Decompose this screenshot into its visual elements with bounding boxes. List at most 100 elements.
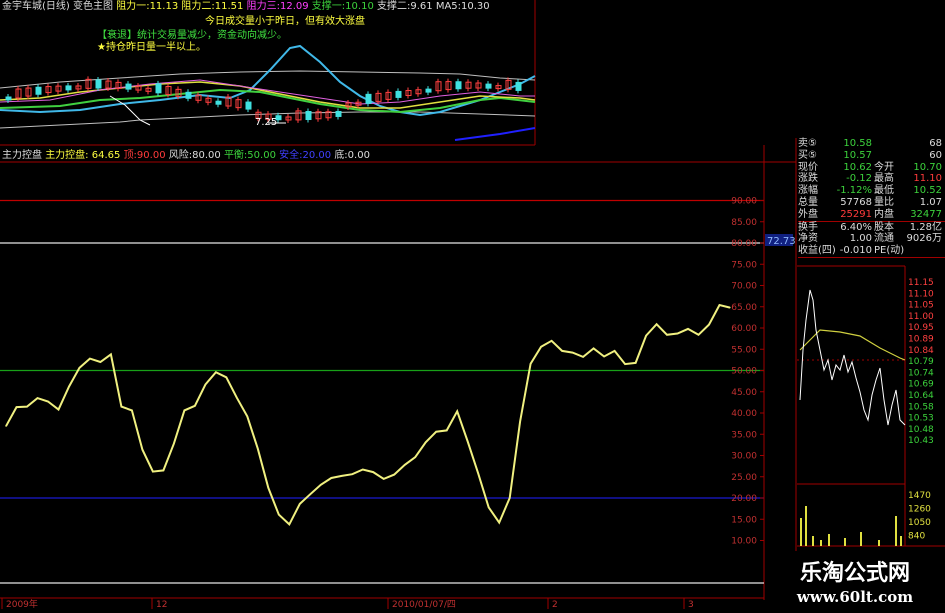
series-point [299,503,301,505]
s1-value: 10.10 [345,1,374,12]
intraday-volume-axis: 1470 1260 1050 840 [908,491,931,542]
note-2: 【衰退】统计交易量减少，资金动向减少。 [97,30,287,41]
series-point [309,493,311,495]
y-tick-label: 20.00 [731,494,757,504]
quote-k1: 换手 [798,221,818,233]
s2-label: 支撑二 [377,1,407,12]
series-point [362,468,364,471]
r2-label: 阻力二 [181,1,212,12]
series-point [655,323,658,325]
volume-bar [805,506,807,546]
intraday-price-tick: 10.89 [908,335,934,345]
series-point [393,474,395,476]
quote-k1: 卖⑤ [798,138,817,149]
series-point [330,477,332,479]
y-tick-label: 10.00 [731,537,757,547]
series-point [152,471,154,473]
indicator-safe: 安全:20.00 [279,150,332,161]
candle-body [335,110,342,117]
y-tick-label: 80.00 [731,239,757,249]
candle-body [5,96,12,101]
indicator-header: 主力控盘 主力控盘: 64.65 顶:90.00 风险:80.00 平衡:50.… [2,150,370,162]
x-tick-label: 2010/01/07/四 [392,600,456,609]
indicator-risk: 风险:80.00 [168,150,221,161]
r1-label: 阻力一 [116,1,147,12]
series-point [5,425,7,427]
intraday-price-tick: 10.69 [908,380,934,390]
intraday-vol-tick: 1050 [908,518,931,528]
quote-k1: 总量 [798,196,818,208]
quote-row: 涨跌 -0.12 最高 11.10 [798,173,945,185]
series-point [236,397,238,399]
candle-body [365,93,372,104]
series-point [162,469,164,471]
series-point [383,478,385,480]
indicator-peak: 顶:90.00 [123,150,166,161]
note-3: ★持仓昨日量一半以上。 [97,42,206,53]
r2-value: 11.51 [214,1,244,12]
candle-body [215,100,222,105]
volume-bar [800,518,802,546]
quote-k1: 现价 [798,161,818,173]
candle-body [515,81,522,91]
y-tick-label: 75.00 [731,260,757,270]
quote-row: 净资 1.00 流通 9026万 [798,233,945,245]
low-price-label: 7.25 [255,117,278,128]
intraday-price-axis: 11.1511.10 11.0511.0010.95 10.8910.8410.79… [908,278,934,446]
y-tick-label: 45.00 [731,388,757,398]
series-point [341,475,343,477]
series-point [404,464,406,466]
y-tick-label: 25.00 [731,473,757,483]
series-point [267,487,269,489]
quote-k1: 涨跌 [798,173,818,185]
candle-body [305,111,312,121]
series-point [729,307,731,309]
candle-body [245,101,252,110]
candle-body [65,85,72,91]
candle-body [125,83,132,90]
quote-k2: 流通 [874,233,894,245]
quote-v1: -0.12 [846,173,872,185]
quote-k2: 股本 [874,221,894,233]
volume-bar [900,536,902,546]
intraday-price-tick: 10.79 [908,357,934,367]
candle-body [155,83,162,94]
series-point [36,397,39,399]
quote-k2: PE(动) [874,245,905,257]
quote-v2: 10.70 [913,161,942,173]
intraday-price-tick: 10.95 [908,323,934,333]
series-point [246,415,248,417]
intraday-price-tick: 10.53 [908,414,934,424]
series-point [666,334,668,336]
volume-bar [878,540,880,546]
series-point [26,406,28,408]
y-tick-label: 30.00 [731,452,757,462]
series-point [509,497,511,499]
series-point [718,304,721,306]
stock-terminal: 10.00 15.00 20.00 25.00 30.00 35.00 40.00 45.00… [0,0,945,610]
indicator-bottom: 底:0.00 [334,150,370,161]
y-tick-label: 35.00 [731,430,757,440]
intraday-vol-tick: 840 [908,532,925,542]
series-point [697,334,700,336]
quote-v2: 60 [929,149,942,161]
series-point [456,410,458,412]
top-header: 金宇车城(日线) 变色主图 阻力一:11.13 阻力二:11.51 阻力三:12… [2,1,490,12]
candle-body [455,81,462,90]
indicator-ctrl: 主力控盘: 64.65 [45,150,121,161]
series-point [57,409,60,411]
series-point [425,441,427,443]
quote-v2: 1.07 [919,196,942,208]
volume-bar [828,534,830,546]
series-points [5,304,731,525]
x-tick-label: 2009年 [6,598,38,609]
indicator-panel: 10.00 15.00 20.00 25.00 30.00 35.00 40.00 45.00… [0,138,797,610]
quote-k1: 外盘 [798,208,818,220]
intraday-price-tick: 11.10 [908,289,934,299]
intraday-price-tick: 10.64 [908,391,934,401]
quote-row: 收益(四) -0.010 PE(动) [798,245,945,258]
volume-bar [844,538,846,546]
series-point [89,358,91,360]
intraday-price-tick: 10.74 [908,368,934,378]
series-point [173,443,175,445]
